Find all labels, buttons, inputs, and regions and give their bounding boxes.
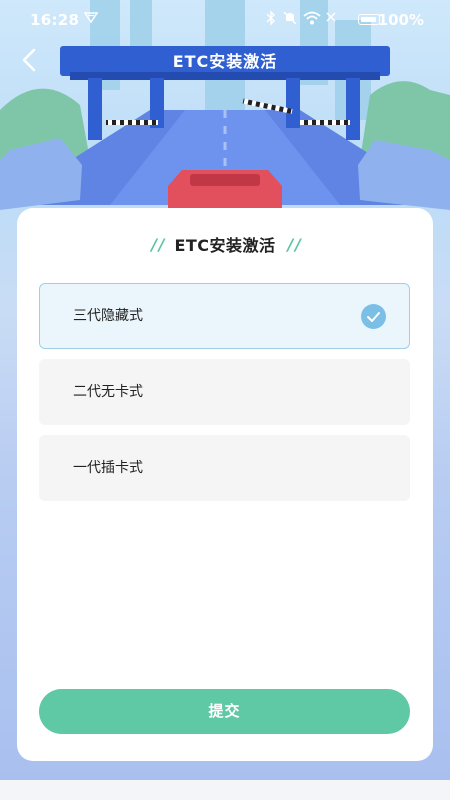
title-decoration-left: / / [151,234,164,254]
option-third-gen-hidden[interactable]: 三代隐藏式 [39,283,410,349]
option-label: 一代插卡式 [73,460,143,476]
page-title: ETC安装激活 [172,52,278,71]
vpn-icon [83,10,99,30]
battery-level: 100% [377,11,424,29]
submit-button[interactable]: 提交 [39,689,410,734]
mute-icon [282,10,298,32]
bluetooth-icon [266,10,276,32]
option-label: 二代无卡式 [73,384,143,400]
option-label: 三代隐藏式 [73,308,143,324]
status-time: 16:28 [30,11,80,29]
option-first-gen-card[interactable]: 一代插卡式 [39,435,410,501]
card-header: / / ETC安装激活 / / [17,231,433,257]
no-signal-icon [326,10,338,32]
option-second-gen-cardless[interactable]: 二代无卡式 [39,359,410,425]
bottom-strip [0,780,450,800]
wifi-icon [302,10,322,32]
card-title: ETC安装激活 [174,236,276,255]
activation-card: / / ETC安装激活 / / 三代隐藏式 二代无卡式 一代插卡式 提交 [17,208,433,761]
title-decoration-right: / / [287,234,301,254]
status-bar: 16:28 100% [0,0,450,40]
check-icon [361,304,386,329]
